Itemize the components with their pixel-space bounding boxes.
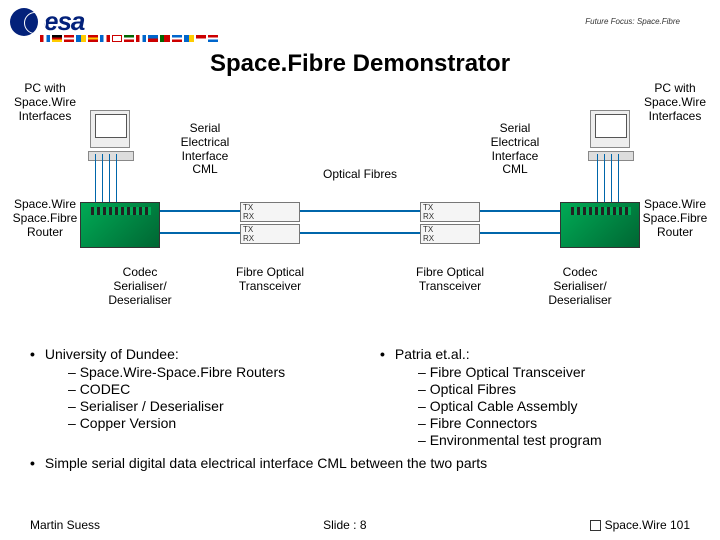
- country-flags: [40, 35, 720, 42]
- esa-logo-text: esa: [44, 6, 84, 37]
- bullet-item: Space.Wire-Space.Fibre Routers: [68, 364, 340, 380]
- footer-author: Martin Suess: [30, 518, 100, 532]
- bullet-item: Copper Version: [68, 415, 340, 431]
- footer-series: Space.Wire 101: [590, 518, 690, 532]
- header: esa Future Focus: Space.Fibre: [0, 0, 720, 39]
- bullet-item: Serialiser / Deserialiser: [68, 398, 340, 414]
- router-board-left: [80, 202, 160, 248]
- architecture-diagram: PC withSpace.WireInterfaces PC withSpace…: [10, 82, 710, 342]
- bullets-left-head: University of Dundee:: [45, 346, 179, 362]
- fiber-1: [300, 210, 420, 212]
- pc-icon-left: [90, 110, 130, 148]
- bullet-item: Optical Cable Assembly: [418, 398, 690, 414]
- transceiver-right: [420, 202, 480, 246]
- checkbox-icon: [590, 520, 601, 531]
- transceiver-left: [240, 202, 300, 246]
- summary-text: Simple serial digital data electrical in…: [45, 455, 487, 471]
- label-fotrans-right: Fibre OpticalTransceiver: [400, 266, 500, 294]
- label-fotrans-left: Fibre OpticalTransceiver: [220, 266, 320, 294]
- bullet-item: Optical Fibres: [418, 381, 690, 397]
- bullet-item: Environmental test program: [418, 432, 690, 448]
- wire-2: [480, 210, 560, 212]
- label-codec-left: CodecSerialiser/Deserialiser: [95, 266, 185, 307]
- bullet-item: Fibre Optical Transceiver: [418, 364, 690, 380]
- router-board-right: [560, 202, 640, 248]
- label-serial-cml-left: SerialElectricalInterfaceCML: [170, 122, 240, 177]
- footer: Martin Suess Slide : 8 Space.Wire 101: [0, 518, 720, 532]
- wire-4: [480, 232, 560, 234]
- label-serial-cml-right: SerialElectricalInterfaceCML: [480, 122, 550, 177]
- bullet-item: Fibre Connectors: [418, 415, 690, 431]
- pc-icon-right: [590, 110, 630, 148]
- fiber-2: [300, 232, 420, 234]
- label-codec-right: CodecSerialiser/Deserialiser: [535, 266, 625, 307]
- footer-slide: Slide : 8: [323, 518, 366, 532]
- bullets-left: •University of Dundee: Space.Wire-Space.…: [30, 346, 340, 449]
- bullets-columns: •University of Dundee: Space.Wire-Space.…: [0, 342, 720, 449]
- label-router-left: Space.WireSpace.FibreRouter: [10, 198, 80, 239]
- bullets-right-head: Patria et.al.:: [395, 346, 470, 362]
- wire-3: [160, 232, 240, 234]
- header-tagline: Future Focus: Space.Fibre: [585, 17, 680, 26]
- bullet-item: CODEC: [68, 381, 340, 397]
- summary-line: •Simple serial digital data electrical i…: [0, 449, 720, 471]
- label-pc-left: PC withSpace.WireInterfaces: [10, 82, 80, 123]
- esa-circle-icon: [10, 8, 38, 36]
- esa-logo: esa: [10, 6, 84, 37]
- label-router-right: Space.WireSpace.FibreRouter: [640, 198, 710, 239]
- bullets-right: •Patria et.al.: Fibre Optical Transceive…: [380, 346, 690, 449]
- label-optical-fibres: Optical Fibres: [310, 168, 410, 182]
- spacewire-lines-left: [95, 154, 123, 206]
- label-pc-right: PC withSpace.WireInterfaces: [640, 82, 710, 123]
- wire-1: [160, 210, 240, 212]
- spacewire-lines-right: [597, 154, 625, 206]
- page-title: Space.Fibre Demonstrator: [0, 50, 720, 78]
